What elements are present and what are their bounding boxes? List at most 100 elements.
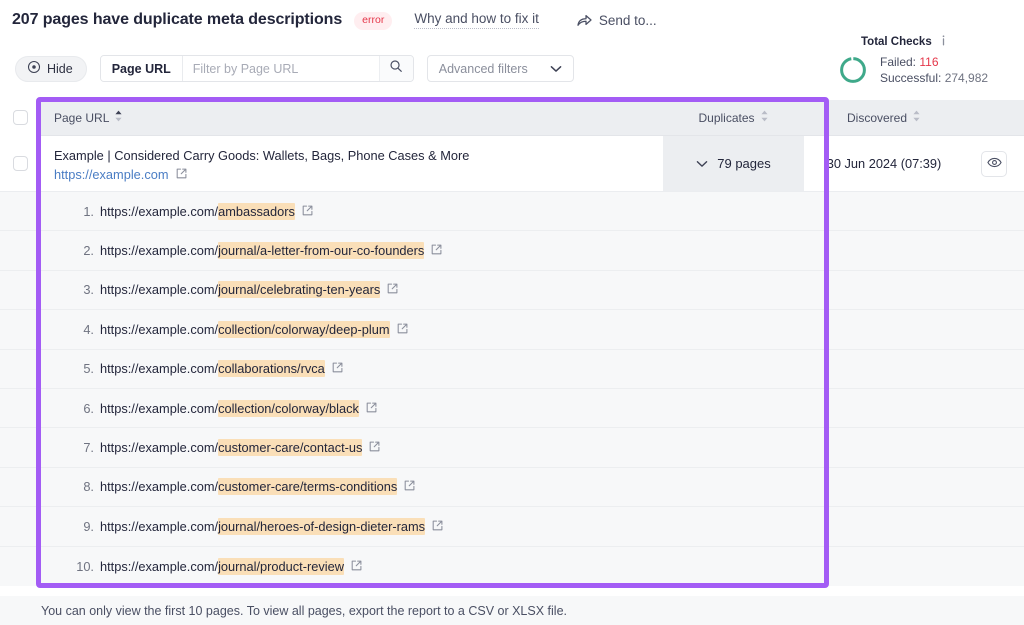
list-item-url[interactable]: https://example.com/ambassadors — [100, 202, 313, 220]
list-item[interactable]: 9. https://example.com/journal/heroes-of… — [0, 507, 1024, 547]
list-item-url[interactable]: https://example.com/collection/colorway/… — [100, 320, 408, 338]
advanced-filters-dropdown[interactable]: Advanced filters — [426, 55, 574, 82]
duplicate-pages-list: 1. https://example.com/ambassadors 2. ht… — [0, 192, 1024, 586]
external-link-icon[interactable] — [387, 282, 398, 297]
external-link-icon[interactable] — [351, 559, 362, 574]
search-button[interactable] — [378, 56, 413, 81]
external-link-icon[interactable] — [366, 401, 377, 416]
chevron-down-icon — [550, 62, 562, 76]
status-badge: error — [354, 12, 393, 30]
external-link-icon[interactable] — [397, 322, 408, 337]
url-highlight: customer-care/terms-conditions — [218, 478, 398, 496]
page-url-search: Page URL — [99, 55, 414, 82]
list-item-url[interactable]: https://example.com/customer-care/terms-… — [100, 478, 415, 496]
external-link-icon[interactable] — [332, 361, 343, 376]
select-all-cell — [0, 99, 41, 136]
external-link-icon[interactable] — [432, 519, 443, 534]
info-icon[interactable] — [938, 35, 949, 49]
url-highlight: journal/product-review — [218, 557, 344, 575]
hide-button-label: Hide — [47, 61, 73, 76]
external-link-icon[interactable] — [302, 204, 313, 219]
column-header-duplicates[interactable]: Duplicates — [663, 110, 804, 125]
column-label-page-url: Page URL — [54, 110, 110, 125]
checks-donut-chart — [838, 55, 868, 85]
list-item-url[interactable]: https://example.com/journal/a-letter-fro… — [100, 242, 442, 260]
url-prefix: https://example.com/ — [100, 243, 219, 259]
url-highlight: customer-care/contact-us — [218, 439, 363, 457]
chevron-down-icon — [696, 156, 708, 171]
url-prefix: https://example.com/ — [100, 282, 219, 298]
row-page-title: Example | Considered Carry Goods: Wallet… — [54, 148, 470, 163]
column-label-duplicates: Duplicates — [698, 110, 755, 125]
url-prefix: https://example.com/ — [100, 361, 219, 377]
list-item-number: 5. — [83, 361, 94, 377]
list-item[interactable]: 4. https://example.com/collection/colorw… — [0, 310, 1024, 350]
row-preview-button[interactable] — [981, 150, 1007, 177]
list-item-url[interactable]: https://example.com/journal/product-revi… — [100, 557, 362, 575]
footer-note: You can only view the first 10 pages. To… — [0, 596, 1024, 625]
url-highlight: journal/heroes-of-design-dieter-rams — [218, 517, 426, 535]
total-checks-widget: Total Checks Failed: 116 Successful: 274… — [838, 35, 1008, 86]
sort-arrows-icon — [912, 110, 921, 125]
header-area: 207 pages have duplicate meta descriptio… — [0, 0, 1024, 96]
url-highlight: collection/colorway/deep-plum — [218, 320, 390, 338]
failed-label: Failed: — [880, 55, 917, 69]
list-item-url[interactable]: https://example.com/collection/colorway/… — [100, 399, 377, 417]
list-item[interactable]: 5. https://example.com/collaborations/rv… — [0, 350, 1024, 389]
external-link-icon[interactable] — [369, 440, 380, 455]
list-item-number: 2. — [83, 243, 94, 259]
column-header-page-url[interactable]: Page URL — [41, 110, 663, 125]
external-link-icon[interactable] — [431, 243, 442, 258]
title-row: 207 pages have duplicate meta descriptio… — [12, 11, 657, 30]
select-all-checkbox[interactable] — [13, 110, 28, 125]
send-to-button[interactable]: Send to... — [577, 13, 657, 28]
sort-arrows-icon — [760, 110, 769, 125]
list-item[interactable]: 10. https://example.com/journal/product-… — [0, 547, 1024, 586]
column-label-discovered: Discovered — [846, 110, 908, 125]
list-item-number: 3. — [83, 282, 94, 298]
row-duplicates-cell[interactable]: 79 pages — [663, 136, 804, 191]
list-item[interactable]: 3. https://example.com/journal/celebrati… — [0, 271, 1024, 311]
list-item-url[interactable]: https://example.com/journal/heroes-of-de… — [100, 517, 443, 535]
row-duplicates-count: 79 pages — [717, 156, 771, 171]
list-item-url[interactable]: https://example.com/journal/celebrating-… — [100, 281, 398, 299]
successful-value: 274,982 — [944, 71, 989, 85]
hide-button[interactable]: Hide — [15, 55, 87, 82]
list-item[interactable]: 7. https://example.com/customer-care/con… — [0, 428, 1024, 468]
results-table: Page URL Duplicates Discovered Example |… — [0, 99, 1024, 586]
list-item[interactable]: 8. https://example.com/customer-care/ter… — [0, 468, 1024, 508]
column-header-discovered[interactable]: Discovered — [804, 110, 964, 125]
list-item-url[interactable]: https://example.com/collaborations/rvca — [100, 360, 343, 378]
filter-bar: Hide Page URL Advanced filters — [15, 55, 574, 82]
advanced-filters-label: Advanced filters — [438, 61, 528, 76]
list-item[interactable]: 1. https://example.com/ambassadors — [0, 192, 1024, 232]
successful-label: Successful: — [880, 71, 942, 85]
url-prefix: https://example.com/ — [100, 321, 219, 337]
page-title: 207 pages have duplicate meta descriptio… — [12, 11, 343, 28]
row-page-link[interactable]: https://example.com — [54, 167, 187, 182]
list-item[interactable]: 2. https://example.com/journal/a-letter-… — [0, 231, 1024, 271]
share-arrow-icon — [577, 14, 592, 27]
url-highlight: collaborations/rvca — [218, 360, 325, 378]
row-checkbox[interactable] — [13, 156, 28, 171]
total-checks-title-row: Total Checks — [861, 35, 1008, 49]
list-item-number: 1. — [83, 203, 94, 219]
row-select-cell — [0, 136, 41, 191]
external-link-icon[interactable] — [404, 479, 415, 494]
table-header-row: Page URL Duplicates Discovered — [0, 99, 1024, 136]
search-input[interactable] — [182, 56, 379, 81]
external-link-icon[interactable] — [176, 167, 187, 182]
url-prefix: https://example.com/ — [100, 203, 219, 219]
sort-arrows-icon — [114, 110, 123, 125]
url-prefix: https://example.com/ — [100, 518, 219, 534]
url-prefix: https://example.com/ — [100, 440, 219, 456]
url-prefix: https://example.com/ — [100, 400, 219, 416]
url-highlight: ambassadors — [218, 202, 295, 220]
list-item-url[interactable]: https://example.com/customer-care/contac… — [100, 439, 380, 457]
row-page-url-cell: Example | Considered Carry Goods: Wallet… — [41, 136, 663, 191]
url-highlight: journal/celebrating-ten-years — [218, 281, 381, 299]
table-row: Example | Considered Carry Goods: Wallet… — [0, 136, 1024, 192]
eye-icon — [986, 155, 1002, 173]
list-item[interactable]: 6. https://example.com/collection/colorw… — [0, 389, 1024, 429]
why-and-how-to-fix-it-link[interactable]: Why and how to fix it — [414, 11, 539, 29]
